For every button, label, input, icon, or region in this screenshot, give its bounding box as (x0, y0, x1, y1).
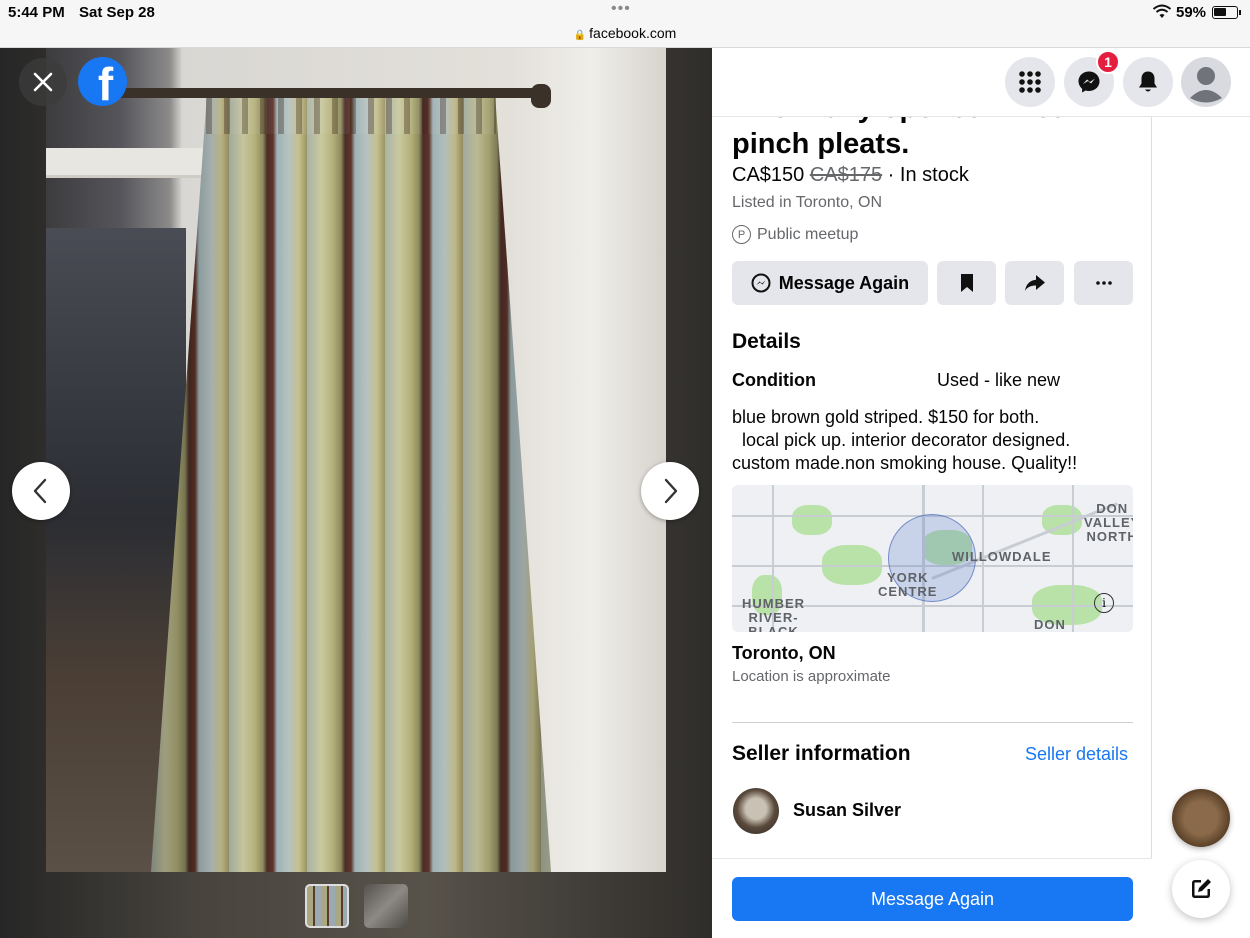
status-date: Sat Sep 28 (79, 4, 155, 21)
message-again-primary-button[interactable]: Message Again (732, 877, 1133, 921)
profile-button[interactable] (1181, 57, 1231, 107)
location-city: Toronto, ON (732, 643, 836, 663)
thumbnail-1[interactable] (305, 884, 349, 928)
close-button[interactable] (19, 58, 67, 106)
save-button[interactable] (937, 261, 996, 305)
url-text: facebook.com (589, 25, 677, 41)
condition-label: Condition (732, 370, 816, 390)
next-photo-button[interactable] (641, 462, 699, 520)
bookmark-icon (960, 274, 973, 292)
listing-description: blue brown gold striped. $150 for both. … (732, 407, 1078, 473)
seller-details-link[interactable]: Seller details (1025, 744, 1128, 765)
listing-title-last-line: pinch pleats. (732, 128, 910, 160)
messenger-icon (751, 273, 771, 293)
map-label-york-centre: YORK CENTRE (878, 570, 938, 599)
notifications-button[interactable] (1123, 57, 1173, 107)
meetup-info: P Public meetup (732, 225, 858, 244)
battery-icon (1212, 6, 1238, 19)
location-note: Location is approximate (732, 668, 891, 685)
divider (732, 722, 1133, 723)
map-label-don: DON (1034, 617, 1066, 632)
photo-viewer: f (0, 48, 712, 938)
seller-name[interactable]: Susan Silver (793, 800, 901, 821)
condition-value: Used - like new (937, 370, 1061, 390)
price: CA$150 (732, 164, 805, 186)
messenger-icon (1078, 71, 1100, 93)
close-icon (33, 72, 53, 92)
more-horizontal-icon (1095, 281, 1112, 285)
address-bar[interactable]: 🔒 facebook.com (0, 25, 1250, 41)
battery-tip (1239, 10, 1241, 15)
menu-button[interactable] (1005, 57, 1055, 107)
price-row: CA$150 CA$175 · In stock (732, 164, 969, 187)
share-button[interactable] (1005, 261, 1064, 305)
availability: · In stock (882, 164, 969, 186)
multitasking-dots-icon[interactable]: ••• (611, 0, 631, 18)
grid-menu-icon (1019, 71, 1041, 93)
avatar-icon (1190, 67, 1222, 103)
lock-icon: 🔒 (573, 30, 587, 41)
compose-icon (1192, 879, 1211, 898)
chevron-left-icon (33, 478, 47, 504)
old-price: CA$175 (809, 164, 883, 186)
more-options-button[interactable] (1074, 261, 1133, 305)
bottom-action-bar: Message Again (712, 858, 1152, 938)
seller-avatar[interactable] (733, 788, 779, 834)
chat-head-avatar[interactable] (1172, 789, 1230, 847)
location-map[interactable]: DON VALLEY NORTH WILLOWDALE YORK CENTRE … (732, 485, 1133, 632)
map-label-willowdale: WILLOWDALE (952, 549, 1052, 564)
facebook-logo-icon[interactable]: f (78, 57, 127, 106)
parking-icon: P (732, 225, 751, 244)
battery-percent: 59% (1176, 4, 1207, 21)
status-bar: 5:44 PM Sat Sep 28 ••• 🔒 facebook.com 59% (0, 0, 1250, 48)
thumbnail-2[interactable] (364, 884, 408, 928)
listing-photo[interactable] (46, 48, 666, 872)
new-message-button[interactable] (1172, 860, 1230, 918)
map-info-icon[interactable]: i (1094, 593, 1114, 613)
message-again-button[interactable]: Message Again (732, 261, 928, 305)
top-navigation (712, 48, 1250, 117)
message-again-label: Message Again (778, 272, 910, 293)
messenger-badge: 1 (1096, 50, 1120, 74)
photo-thumbnails (305, 884, 408, 928)
map-label-don-valley-north: DON VALLEY NORTH (1084, 501, 1133, 544)
bell-icon (1139, 71, 1157, 92)
map-label-humber: HUMBER RIVER- BLACK (742, 596, 806, 633)
seller-information-heading: Seller information (732, 742, 911, 765)
chevron-right-icon (664, 478, 678, 504)
listing-details-panel: when fully opened. lined. pinch pleats. … (712, 48, 1152, 938)
wifi-icon (1152, 4, 1172, 25)
meetup-label: Public meetup (757, 225, 859, 243)
previous-photo-button[interactable] (12, 462, 70, 520)
status-time: 5:44 PM (8, 4, 65, 21)
listed-location: Listed in Toronto, ON (732, 194, 883, 211)
share-icon (1024, 275, 1045, 291)
facebook-logo-letter: f (97, 58, 114, 106)
details-heading: Details (732, 330, 801, 353)
